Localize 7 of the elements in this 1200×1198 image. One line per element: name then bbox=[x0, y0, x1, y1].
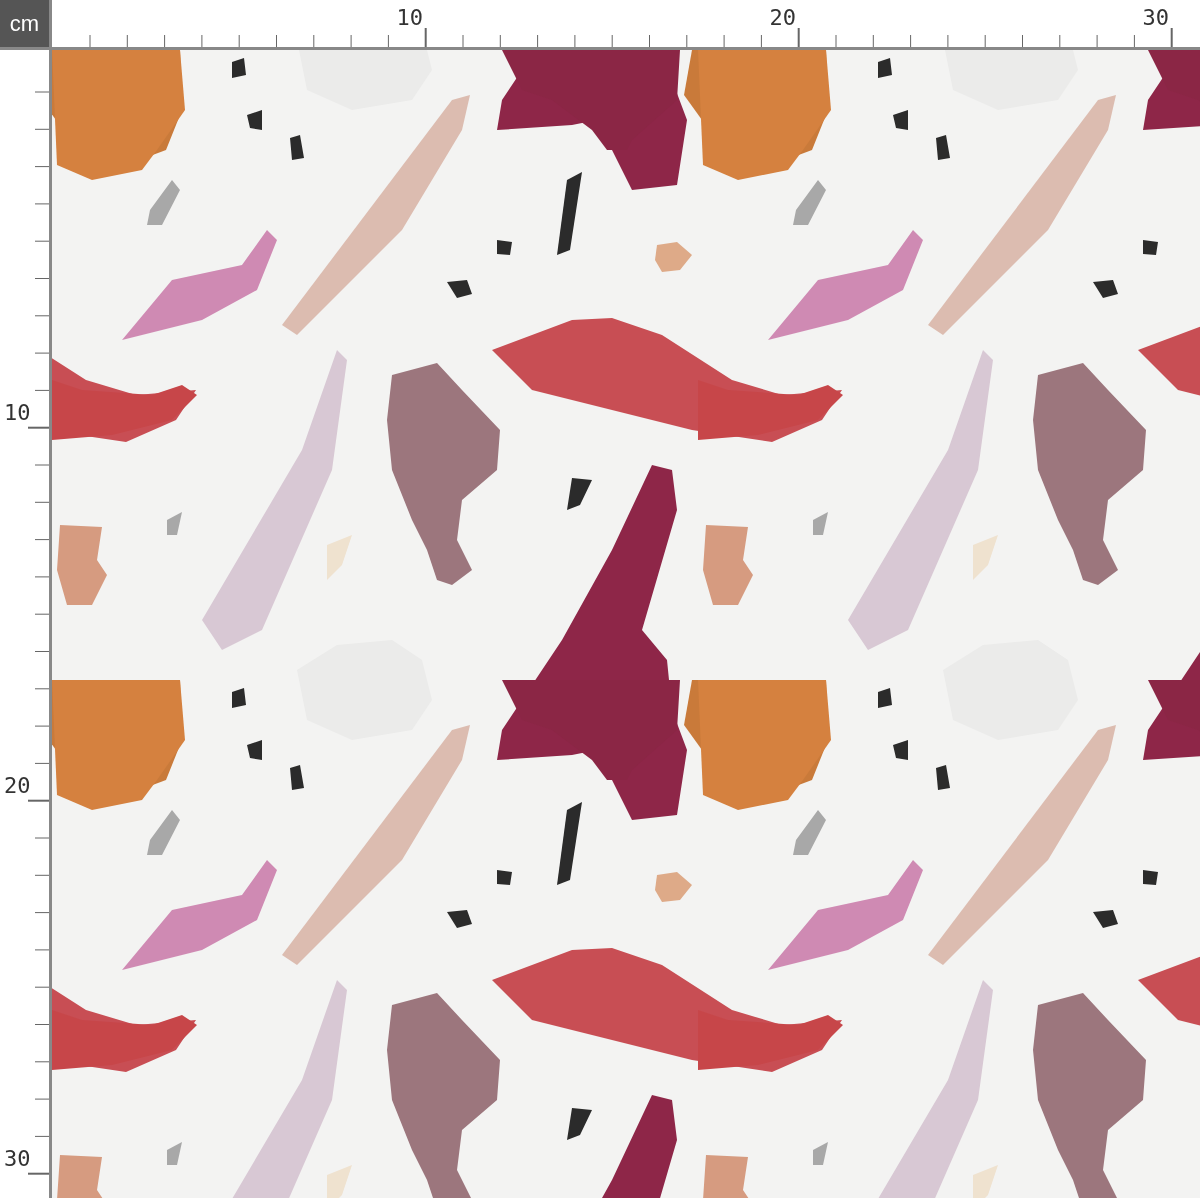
scale-number: 30 bbox=[4, 1148, 31, 1170]
scale-number: 10 bbox=[4, 402, 31, 424]
scale-number: 20 bbox=[769, 7, 796, 29]
scale-number: 30 bbox=[1142, 7, 1169, 29]
scale-number: 20 bbox=[4, 775, 31, 797]
scale-number: 10 bbox=[396, 7, 423, 29]
unit-label: cm bbox=[0, 0, 52, 50]
